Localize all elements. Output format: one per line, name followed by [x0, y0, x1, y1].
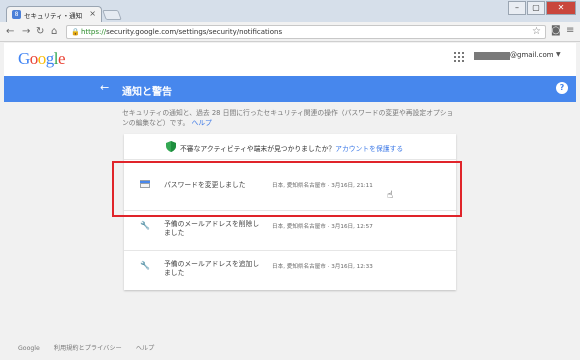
browser-tab[interactable]: 8 セキュリティ・通知 × [6, 6, 102, 22]
close-window-button[interactable]: ✕ [546, 1, 576, 15]
url-text: https://security.google.com/settings/sec… [81, 28, 283, 36]
event-meta: 日本, 愛知県名古屋市 · 3月16日, 12:57 [272, 224, 373, 230]
shield-icon [166, 141, 176, 152]
reload-icon[interactable]: ↻ [36, 25, 44, 39]
hand-cursor-icon: ☝ [387, 190, 394, 201]
camera-extension-icon[interactable]: ◙ [551, 25, 561, 36]
google-favicon-icon: 8 [12, 10, 21, 19]
page-title-bar: ← 通知と警告 ? [4, 76, 576, 102]
footer-link-help[interactable]: ヘルプ [136, 345, 155, 352]
tab-close-icon[interactable]: × [89, 9, 96, 18]
chevron-down-icon[interactable]: ▼ [556, 51, 561, 58]
lock-icon: 🔒 [71, 28, 80, 36]
google-logo[interactable]: Google [18, 49, 66, 69]
help-link[interactable]: ヘルプ [191, 119, 211, 127]
footer-link-google[interactable]: Google [18, 345, 40, 352]
new-tab-button[interactable] [102, 10, 122, 20]
page-description: セキュリティの通知と、過去 28 日間に行ったセキュリティ関連の操作（パスワード… [122, 109, 454, 127]
forward-icon[interactable]: → [22, 25, 30, 39]
apps-grid-icon[interactable] [454, 52, 464, 62]
menu-icon[interactable]: ≡ [566, 25, 574, 36]
footer-link-terms[interactable]: 利用規約とプライバシー [54, 345, 122, 352]
main-content: セキュリティの通知と、過去 28 日間に行ったセキュリティ関連の操作（パスワード… [4, 102, 576, 339]
wrench-icon: 🔧 [140, 261, 150, 270]
browser-titlebar: 8 セキュリティ・通知 × – ▢ ✕ [0, 0, 580, 22]
home-icon[interactable]: ⌂ [51, 25, 57, 39]
banner-text: 不審なアクティビティや端末が見つかりましたか？アカウントを保護する [180, 145, 404, 153]
page-title: 通知と警告 [122, 87, 172, 98]
window-controls: – ▢ ✕ [507, 1, 576, 15]
wrench-icon: 🔧 [140, 221, 150, 230]
google-header: Google @gmail.com ▼ [4, 43, 576, 76]
event-meta: 日本, 愛知県名古屋市 · 3月16日, 12:33 [272, 264, 373, 270]
footer: Google 利用規約とプライバシー ヘルプ [18, 343, 166, 352]
event-label-line2: ました [164, 229, 185, 237]
minimize-button[interactable]: – [508, 1, 526, 15]
account-email[interactable]: @gmail.com [510, 51, 554, 59]
help-icon[interactable]: ? [556, 82, 568, 94]
protect-account-link[interactable]: アカウントを保護する [335, 145, 403, 153]
browser-toolbar: ← → ↻ ⌂ 🔒 https://security.google.com/se… [0, 22, 580, 42]
event-label-line2: ました [164, 269, 185, 277]
protect-account-banner: 不審なアクティビティや端末が見つかりましたか？アカウントを保護する [124, 134, 456, 160]
highlight-annotation [112, 161, 462, 217]
address-bar[interactable]: 🔒 https://security.google.com/settings/s… [66, 25, 546, 39]
redacted-email-block [474, 52, 510, 60]
maximize-button[interactable]: ▢ [527, 1, 545, 15]
back-icon[interactable]: ← [6, 25, 14, 39]
event-row[interactable]: 🔧 予備のメールアドレスを追加し ました 日本, 愛知県名古屋市 · 3月16日… [124, 251, 456, 290]
back-arrow-icon[interactable]: ← [100, 81, 109, 94]
bookmark-star-icon[interactable]: ☆ [532, 26, 541, 37]
tab-title: セキュリティ・通知 [24, 12, 83, 20]
